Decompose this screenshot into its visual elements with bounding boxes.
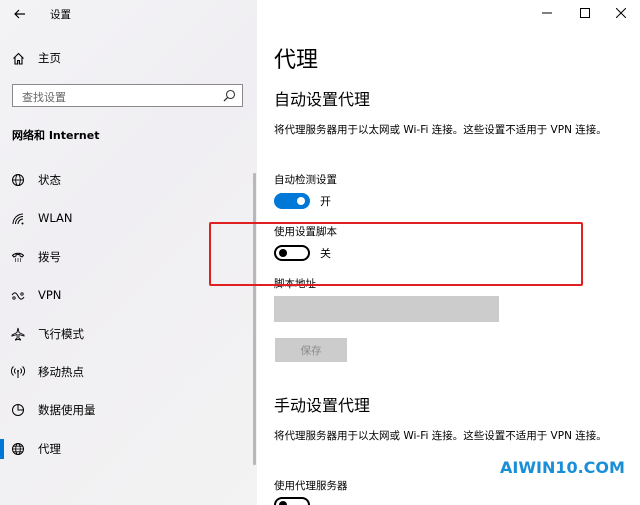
- app-title: 设置: [50, 9, 71, 21]
- back-button[interactable]: [10, 5, 30, 23]
- search-icon[interactable]: [223, 89, 236, 102]
- sidebar-item-status[interactable]: 状态: [0, 168, 257, 192]
- toggle-knob: [297, 197, 305, 205]
- back-arrow-icon: [14, 9, 25, 19]
- sidebar-item-label: 移动热点: [38, 365, 84, 379]
- search-input[interactable]: 查找设置: [12, 84, 243, 107]
- dialup-phone-icon: [10, 249, 26, 265]
- minimize-button[interactable]: [528, 0, 566, 26]
- close-button[interactable]: [602, 0, 640, 26]
- use-proxy-label: 使用代理服务器: [274, 480, 348, 492]
- sidebar-item-mobile-hotspot[interactable]: 移动热点: [0, 360, 257, 384]
- watermark: AIWIN10.COM: [500, 458, 625, 477]
- sidebar-item-label: 代理: [38, 442, 61, 456]
- airplane-icon: [10, 326, 26, 342]
- sidebar-item-home[interactable]: 主页: [12, 48, 61, 68]
- globe-status-icon: [10, 172, 26, 188]
- globe-icon: [10, 441, 26, 457]
- use-proxy-toggle-row: [274, 497, 310, 505]
- sidebar-item-data-usage[interactable]: 数据使用量: [0, 398, 257, 422]
- auto-detect-toggle-row: 开: [274, 193, 331, 209]
- home-icon: [13, 52, 24, 65]
- data-usage-icon: [10, 402, 26, 418]
- sidebar-item-label: VPN: [38, 288, 62, 302]
- auto-detect-label: 自动检测设置: [274, 174, 337, 186]
- highlight-box: [209, 222, 583, 286]
- maximize-button[interactable]: [566, 0, 604, 26]
- wifi-icon: [10, 211, 26, 227]
- maximize-icon: [580, 8, 590, 18]
- sidebar-item-label: 状态: [38, 173, 61, 187]
- title-bar: 设置: [0, 0, 257, 28]
- auto-proxy-heading: 自动设置代理: [274, 90, 371, 109]
- search-placeholder: 查找设置: [22, 91, 66, 104]
- hotspot-icon: [10, 364, 26, 380]
- sidebar-item-label: 拨号: [38, 250, 61, 264]
- sidebar-item-airplane-mode[interactable]: 飞行模式: [0, 322, 257, 346]
- page-title: 代理: [274, 48, 319, 73]
- auto-detect-state: 开: [320, 195, 331, 208]
- sidebar-scrollbar[interactable]: [253, 173, 256, 465]
- sidebar-item-proxy[interactable]: 代理: [0, 437, 257, 461]
- auto-proxy-description: 将代理服务器用于以太网或 Wi-Fi 连接。这些设置不适用于 VPN 连接。: [274, 124, 607, 136]
- close-icon: [616, 8, 626, 18]
- save-button[interactable]: 保存: [275, 338, 347, 362]
- toggle-knob: [279, 501, 287, 505]
- manual-proxy-heading: 手动设置代理: [274, 396, 371, 415]
- use-proxy-toggle[interactable]: [274, 497, 310, 505]
- section-title: 网络和 Internet: [12, 129, 100, 142]
- manual-proxy-description: 将代理服务器用于以太网或 Wi-Fi 连接。这些设置不适用于 VPN 连接。: [274, 430, 607, 442]
- script-address-input[interactable]: [274, 296, 499, 322]
- vpn-icon: [10, 288, 26, 304]
- sidebar-item-label: 主页: [38, 51, 61, 65]
- sidebar-item-vpn[interactable]: VPN: [0, 284, 257, 308]
- minimize-icon: [542, 12, 552, 14]
- sidebar-item-label: 飞行模式: [38, 327, 84, 341]
- auto-detect-toggle[interactable]: [274, 193, 310, 209]
- sidebar-item-label: 数据使用量: [38, 403, 96, 417]
- sidebar-item-label: WLAN: [38, 211, 73, 225]
